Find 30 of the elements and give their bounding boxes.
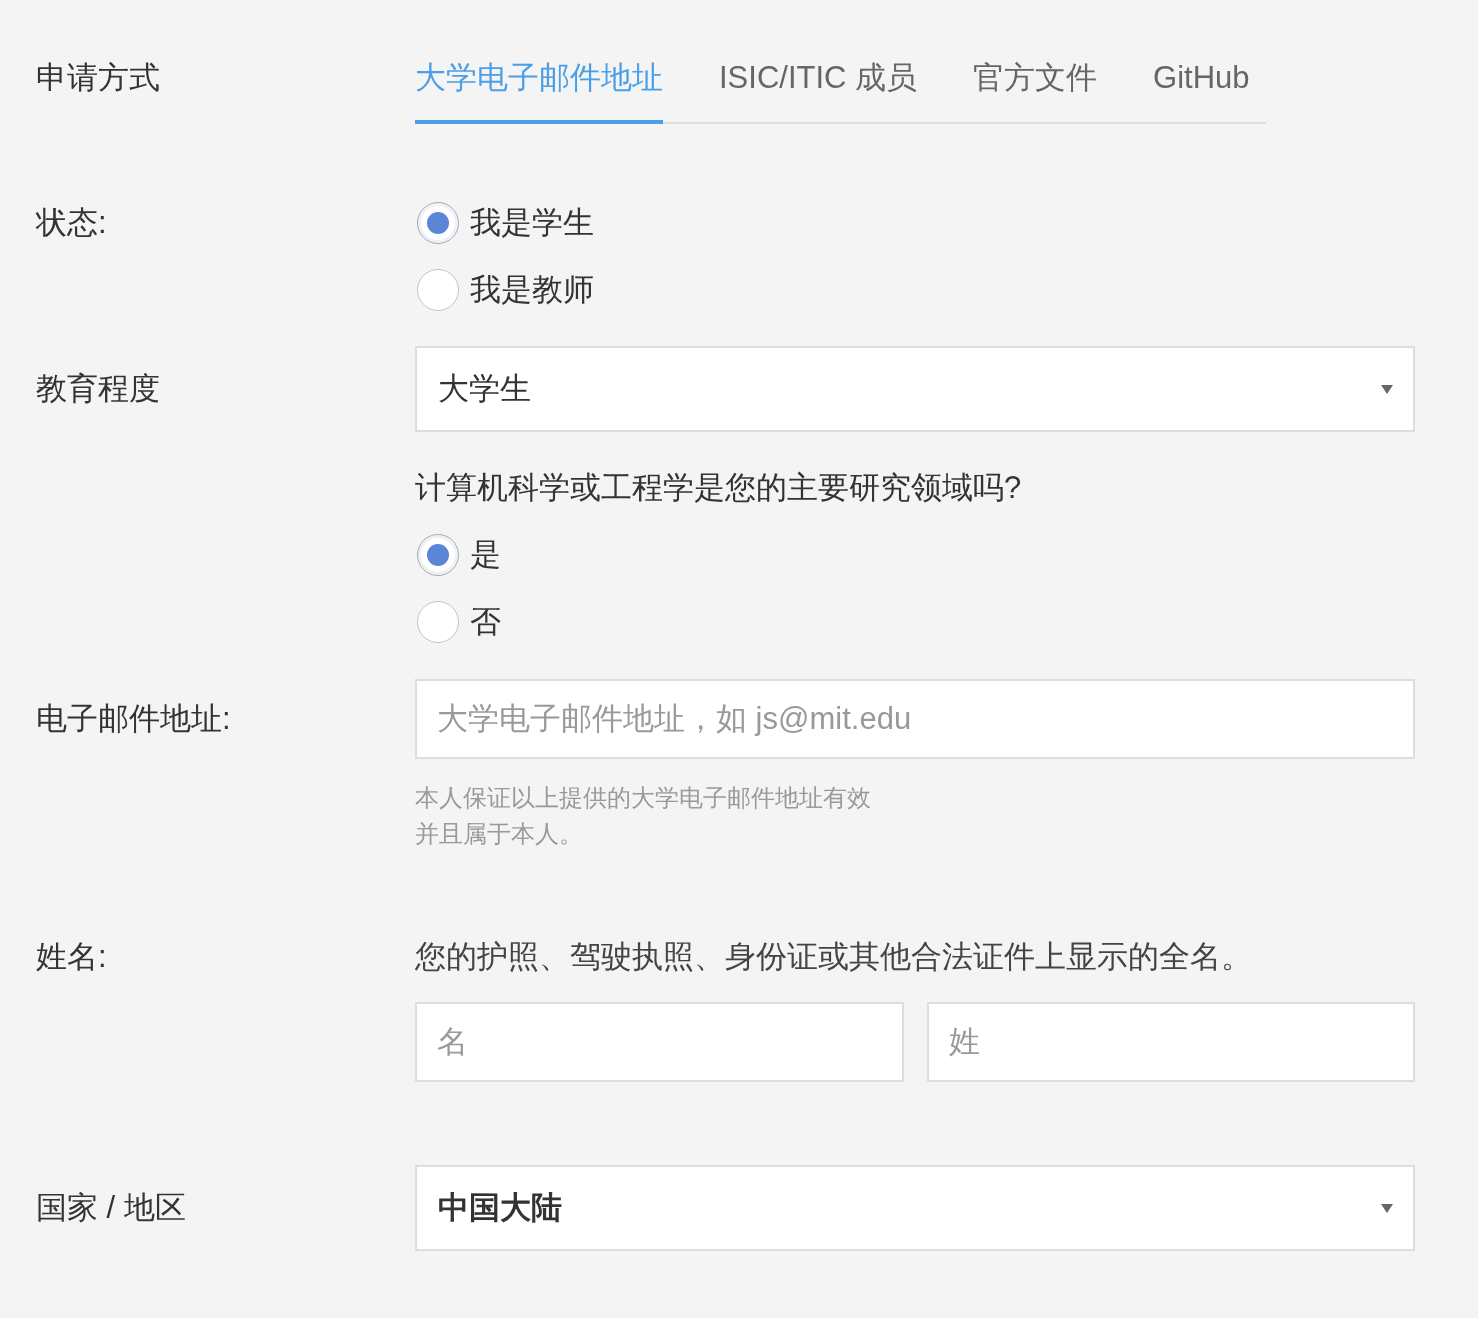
radio-label: 我是教师	[470, 270, 594, 309]
radio-button[interactable]	[417, 533, 459, 576]
field-label: 姓名:	[36, 939, 107, 974]
radio-label: 我是学生	[470, 203, 594, 242]
radio-button[interactable]	[417, 268, 459, 311]
dropdown-value: 中国大陆	[438, 1189, 562, 1227]
radio-button[interactable]	[417, 201, 459, 244]
field-label: 国家 / 地区	[36, 1190, 186, 1225]
radio-label: 否	[470, 602, 501, 641]
tab[interactable]: ISIC/ITIC 成员	[719, 50, 918, 124]
field-label: 电子邮件地址:	[36, 701, 231, 736]
tab[interactable]: GitHub	[1153, 50, 1250, 124]
radio-button[interactable]	[417, 600, 459, 643]
input-field[interactable]: 名	[415, 1002, 904, 1082]
caret-icon	[1381, 384, 1393, 394]
dropdown[interactable]: 大学生	[415, 346, 1415, 432]
input-field[interactable]: 姓	[926, 1002, 1415, 1082]
input-field[interactable]: 大学电子邮件地址，如 js@mit.edu	[415, 679, 1415, 759]
note-text: 并且属于本人。	[415, 819, 584, 849]
dropdown-value: 大学生	[438, 370, 531, 408]
question-text: 计算机科学或工程学是您的主要研究领域吗?	[415, 469, 1023, 507]
radio-label: 是	[470, 535, 501, 574]
caret-icon	[1381, 1203, 1393, 1213]
dropdown[interactable]: 中国大陆	[415, 1165, 1415, 1251]
tab[interactable]: 官方文件	[973, 50, 1098, 124]
field-label: 状态:	[36, 205, 107, 240]
hint-text: 您的护照、驾驶执照、身份证或其他合法证件上显示的全名。	[415, 938, 1253, 976]
field-label: 教育程度	[36, 371, 160, 406]
field-label: 申请方式	[36, 60, 160, 95]
note-text: 本人保证以上提供的大学电子邮件地址有效	[415, 783, 872, 813]
